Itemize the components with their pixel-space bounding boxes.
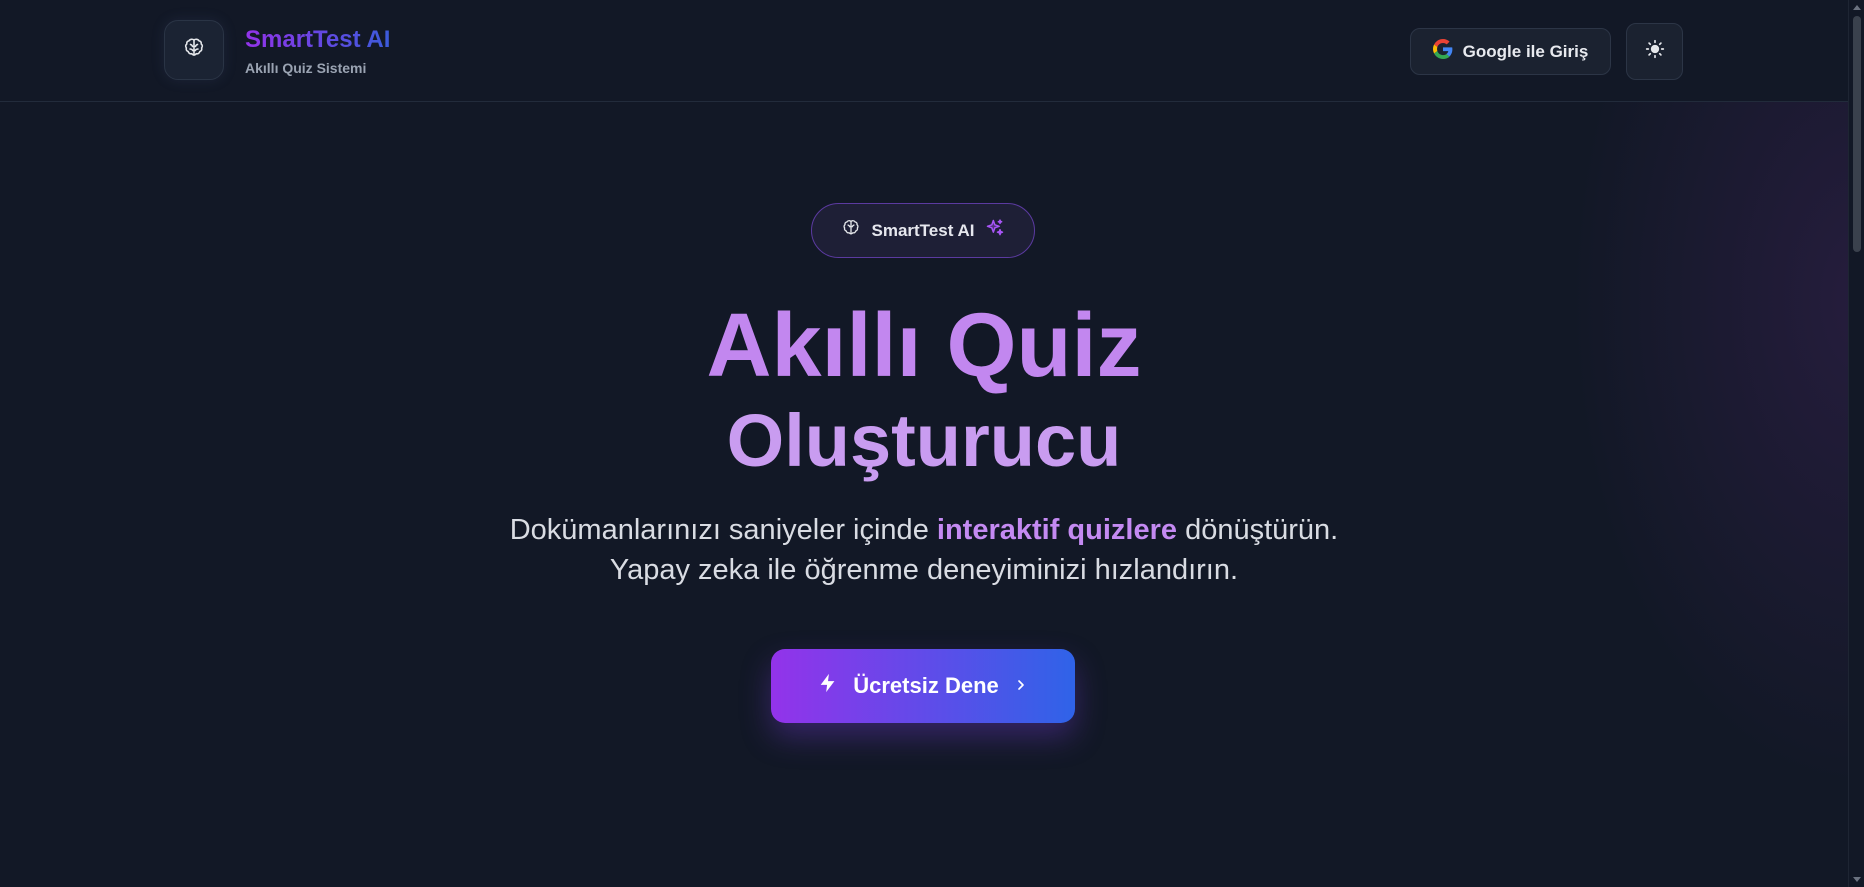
try-free-button[interactable]: Ücretsiz Dene <box>771 649 1075 723</box>
vertical-scrollbar[interactable] <box>1848 0 1864 887</box>
desc-text-before: Dokümanlarınızı saniyeler içinde <box>509 514 937 546</box>
theme-toggle-button[interactable] <box>1626 23 1683 80</box>
logo[interactable] <box>164 20 224 80</box>
hero-title-line1: Akıllı Quiz <box>706 296 1142 396</box>
desc-text-after: dönüştürün. <box>1177 514 1339 546</box>
scroll-up-arrow-icon[interactable] <box>1853 5 1861 10</box>
hero-description-line2: Yapay zeka ile öğrenme deneyiminizi hızl… <box>609 554 1239 586</box>
top-header: SmartTest AI Akıllı Quiz Sistemi Google … <box>0 0 1848 102</box>
landing-page: SmartTest AI Akıllı Quiz Sistemi Google … <box>0 0 1864 887</box>
hero-description: Dokümanlarınızı saniyeler içinde interak… <box>0 510 1848 590</box>
lightning-icon <box>817 672 839 700</box>
desc-highlight: interaktif quizlere <box>936 514 1178 546</box>
hero-title-line2: Oluşturucu <box>726 399 1122 482</box>
scrollbar-thumb[interactable] <box>1853 16 1861 252</box>
try-free-label: Ücretsiz Dene <box>853 673 999 698</box>
hero-description-line1: Dokümanlarınızı saniyeler içinde interak… <box>0 510 1848 550</box>
brain-icon <box>182 36 206 65</box>
google-login-label: Google ile Giriş <box>1462 41 1589 61</box>
chevron-right-icon <box>1013 673 1029 699</box>
sparkles-icon <box>985 218 1005 243</box>
sun-icon <box>1645 39 1665 64</box>
hero-badge: SmartTest AI <box>811 203 1035 258</box>
hero-badge-label: SmartTest AI <box>871 220 975 240</box>
brand-subtitle: Akıllı Quiz Sistemi <box>245 60 367 76</box>
brain-icon <box>841 218 861 243</box>
google-login-button[interactable]: Google ile Giriş <box>1410 28 1611 75</box>
brand-title[interactable]: SmartTest AI <box>245 26 390 54</box>
google-icon <box>1432 39 1453 64</box>
scroll-down-arrow-icon[interactable] <box>1853 877 1861 882</box>
